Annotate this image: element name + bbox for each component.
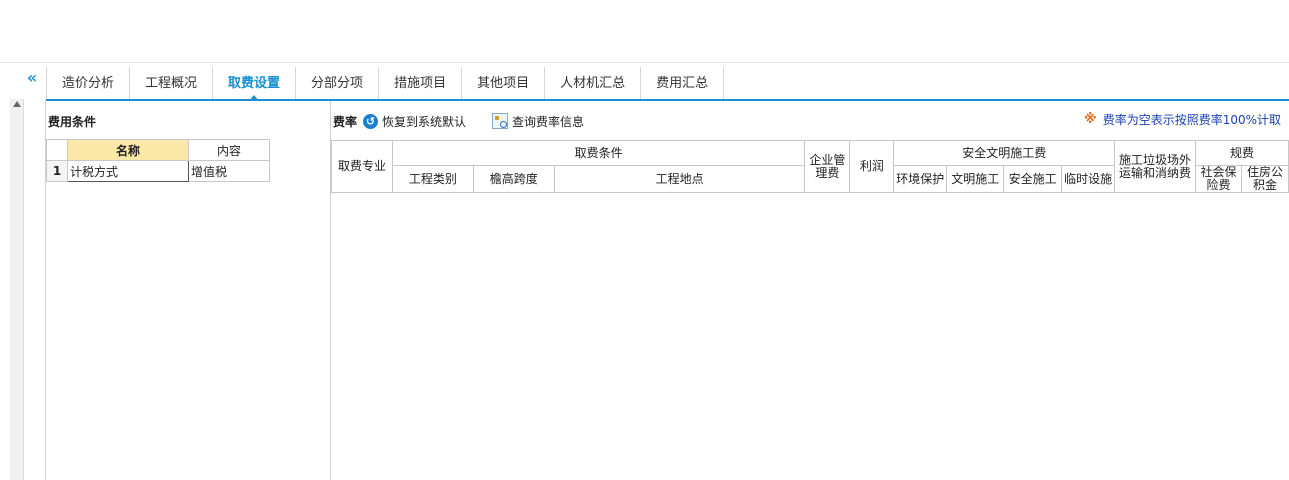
header-social-insurance[interactable]: 社会保险费 <box>1195 165 1242 193</box>
header-eave-span[interactable]: 檐高跨度 <box>472 165 555 193</box>
row-number: 1 <box>46 160 68 182</box>
header-temp-facilities[interactable]: 临时设施 <box>1061 165 1116 193</box>
tab-label: 造价分析 <box>62 76 115 91</box>
rate-notice: ※ 费率为空表示按照费率100%计取 <box>1084 111 1281 128</box>
notice-text: 费率为空表示按照费率100%计取 <box>1102 113 1281 127</box>
fee-rate-panel: 费率 ↺ 恢复到系统默认 查询费率信息 ※ 费率为空表示按照费率100%计取 取… <box>331 101 1289 480</box>
header-civil-construction[interactable]: 文明施工 <box>946 165 1005 193</box>
header-safe-construction[interactable]: 安全施工 <box>1003 165 1063 193</box>
warning-icon: ※ <box>1084 112 1097 127</box>
header-project-type[interactable]: 工程类别 <box>391 165 474 193</box>
tab-measures[interactable]: 措施项目 <box>379 67 463 100</box>
table-row[interactable]: 1 计税方式 增值税 <box>46 160 270 182</box>
header-environment[interactable]: 环境保护 <box>893 165 948 193</box>
restore-icon: ↺ <box>363 113 379 129</box>
column-header-content[interactable]: 内容 <box>188 139 270 161</box>
tab-label: 费用汇总 <box>656 76 709 91</box>
restore-label: 恢复到系统默认 <box>382 114 467 129</box>
vertical-scrollbar[interactable] <box>10 99 24 480</box>
toolbar-label: 费率 <box>333 114 358 129</box>
corner-cell <box>46 139 68 161</box>
query-info-icon <box>492 113 509 129</box>
restore-default-button[interactable]: ↺ 恢复到系统默认 <box>363 113 466 130</box>
name-cell[interactable]: 计税方式 <box>67 160 189 182</box>
scroll-up-icon[interactable] <box>13 101 21 107</box>
rate-table: 取费专业 取费条件 企业管理费 利润 安全文明施工费 施工垃圾场外运输和消纳费 … <box>331 140 1289 193</box>
tab-label: 其他项目 <box>477 76 530 91</box>
tab-label: 措施项目 <box>394 76 447 91</box>
header-housing-fund[interactable]: 住房公积金 <box>1240 165 1289 193</box>
header-location[interactable]: 工程地点 <box>553 165 806 193</box>
tab-sub-items[interactable]: 分部分项 <box>296 67 380 100</box>
column-header-name[interactable]: 名称 <box>67 139 189 161</box>
tab-cost-summary[interactable]: 费用汇总 <box>641 67 725 100</box>
fee-conditions-panel: 费用条件 名称 内容 1 计税方式 增值税 <box>46 101 330 480</box>
tab-bar: 造价分析 工程概况 取费设置 分部分项 措施项目 其他项目 人材机汇总 费用汇总 <box>46 67 725 101</box>
table-header-row: 名称 内容 <box>46 139 270 161</box>
panel-title: 费用条件 <box>48 115 97 129</box>
header-profit[interactable]: 利润 <box>849 140 895 193</box>
header-specialty[interactable]: 取费专业 <box>331 140 393 193</box>
query-label: 查询费率信息 <box>512 114 585 129</box>
header-regulation-fee: 规费 <box>1195 140 1289 166</box>
conditions-table: 名称 内容 1 计税方式 增值税 <box>46 139 270 182</box>
tab-fee-settings[interactable]: 取费设置 <box>213 67 297 101</box>
rate-toolbar: 费率 ↺ 恢复到系统默认 查询费率信息 <box>333 111 610 131</box>
tab-labor-material-summary[interactable]: 人材机汇总 <box>545 67 642 100</box>
tab-other-items[interactable]: 其他项目 <box>462 67 546 100</box>
collapse-panel-icon[interactable]: « <box>22 68 42 90</box>
header-garbage-transport[interactable]: 施工垃圾场外运输和消纳费 <box>1114 140 1196 193</box>
tab-project-overview[interactable]: 工程概况 <box>130 67 214 100</box>
header-conditions: 取费条件 <box>391 140 806 166</box>
tab-cost-analysis[interactable]: 造价分析 <box>46 67 131 100</box>
tab-label: 人材机汇总 <box>560 76 626 91</box>
tab-label: 分部分项 <box>311 76 364 91</box>
header-management-fee[interactable]: 企业管理费 <box>804 140 851 193</box>
content-cell[interactable]: 增值税 <box>188 160 270 182</box>
query-rate-button[interactable]: 查询费率信息 <box>492 113 584 130</box>
tab-label: 取费设置 <box>228 76 281 91</box>
table-header-row: 取费专业 取费条件 企业管理费 利润 安全文明施工费 施工垃圾场外运输和消纳费 … <box>331 140 1289 193</box>
top-blank-area <box>0 0 1289 63</box>
header-safety-civilization: 安全文明施工费 <box>893 140 1116 166</box>
tab-label: 工程概况 <box>145 76 198 91</box>
